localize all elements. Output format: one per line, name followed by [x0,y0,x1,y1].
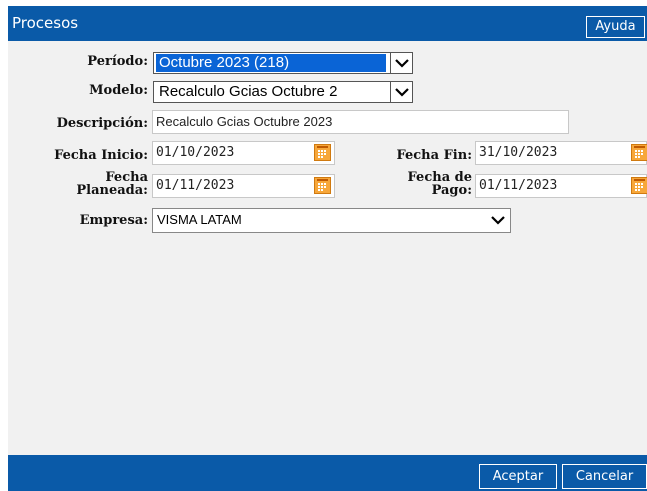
accept-button[interactable]: Aceptar [479,464,557,489]
fecha-planeada-label-line2: Planeada: [76,183,148,198]
empresa-label: Empresa: [79,213,148,228]
fecha-inicio-label: Fecha Inicio: [54,148,148,163]
empresa-select[interactable]: VISMA LATAM [152,208,511,233]
fecha-fin-input[interactable]: 31/10/2023 [475,141,647,165]
fecha-fin-label: Fecha Fin: [396,148,472,163]
dialog-window: Procesos Ayuda Período: Octubre 2023 (21… [8,6,647,491]
chevron-down-icon [491,216,505,225]
dialog-header: Procesos Ayuda [8,6,647,41]
calendar-icon[interactable] [631,177,647,194]
chevron-down-icon [394,59,409,68]
dialog-footer: Aceptar Cancelar [8,455,647,491]
fecha-planeada-label: Fecha Planeada: [48,171,148,197]
periodo-dropdown-button[interactable] [390,53,412,73]
empresa-value: VISMA LATAM [157,212,242,227]
fecha-pago-label: Fecha de Pago: [378,171,472,197]
fecha-planeada-input[interactable]: 01/11/2023 [152,174,335,198]
help-button[interactable]: Ayuda [586,16,645,38]
dialog-title: Procesos [12,14,79,32]
periodo-label: Período: [87,54,148,69]
descripcion-input[interactable]: Recalculo Gcias Octubre 2023 [152,110,569,134]
cancel-button[interactable]: Cancelar [562,464,647,489]
periodo-select[interactable]: Octubre 2023 (218) [153,52,413,74]
modelo-select[interactable]: Recalculo Gcias Octubre 2 [153,81,413,103]
modelo-dropdown-button[interactable] [390,82,412,102]
descripcion-label: Descripción: [56,116,148,131]
modelo-label: Modelo: [89,83,148,98]
fecha-pago-input[interactable]: 01/11/2023 [475,174,647,198]
chevron-down-icon [394,88,409,97]
fecha-pago-label-line2: Pago: [431,183,472,198]
calendar-icon[interactable] [314,177,331,194]
calendar-icon[interactable] [631,144,647,161]
periodo-value: Octubre 2023 (218) [156,54,386,72]
modelo-value: Recalculo Gcias Octubre 2 [159,83,338,100]
fecha-inicio-input[interactable]: 01/10/2023 [152,141,335,165]
calendar-icon[interactable] [314,144,331,161]
